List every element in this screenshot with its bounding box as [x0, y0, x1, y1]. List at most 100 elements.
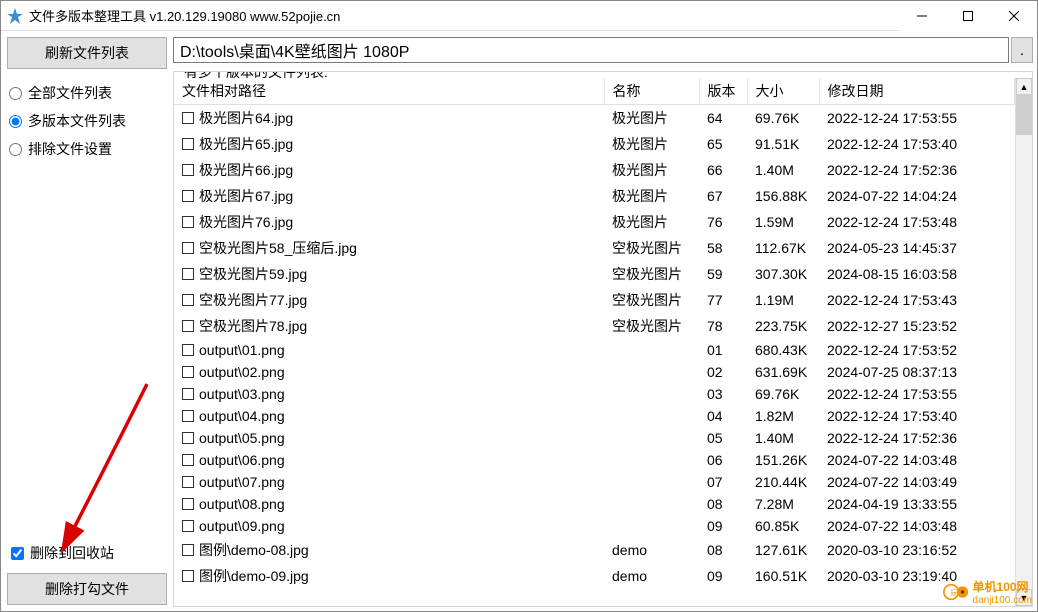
cell-path[interactable]: 极光图片65.jpg: [174, 131, 604, 157]
cell-path[interactable]: 极光图片67.jpg: [174, 183, 604, 209]
row-checkbox[interactable]: [182, 138, 194, 150]
table-row[interactable]: 图例\demo-08.jpgdemo08127.61K2020-03-10 23…: [174, 537, 1015, 563]
cell-path[interactable]: output\09.png: [174, 515, 604, 537]
table-row[interactable]: output\07.png07210.44K2024-07-22 14:03:4…: [174, 471, 1015, 493]
row-checkbox[interactable]: [182, 432, 194, 444]
row-checkbox[interactable]: [182, 476, 194, 488]
row-checkbox[interactable]: [182, 520, 194, 532]
table-row[interactable]: output\04.png041.82M2022-12-24 17:53:40: [174, 405, 1015, 427]
scroll-down-button[interactable]: ▼: [1016, 589, 1032, 606]
cell-path[interactable]: output\04.png: [174, 405, 604, 427]
row-checkbox[interactable]: [182, 320, 194, 332]
cell-modified: 2022-12-24 17:53:40: [819, 131, 1015, 157]
browse-button[interactable]: .: [1011, 37, 1033, 63]
recycle-checkbox-row[interactable]: 删除到回收站: [7, 543, 167, 563]
radio-exclude-settings[interactable]: 排除文件设置: [9, 139, 167, 159]
cell-modified: 2024-07-22 14:03:49: [819, 471, 1015, 493]
row-checkbox[interactable]: [182, 216, 194, 228]
cell-name: [604, 493, 699, 515]
recycle-checkbox[interactable]: [11, 547, 24, 560]
row-checkbox[interactable]: [182, 268, 194, 280]
table-row[interactable]: output\02.png02631.69K2024-07-25 08:37:1…: [174, 361, 1015, 383]
refresh-button[interactable]: 刷新文件列表: [7, 37, 167, 69]
row-checkbox[interactable]: [182, 366, 194, 378]
cell-path[interactable]: 极光图片64.jpg: [174, 105, 604, 131]
col-size[interactable]: 大小: [747, 78, 819, 105]
cell-path[interactable]: 图例\demo-08.jpg: [174, 537, 604, 563]
table-row[interactable]: 空极光图片77.jpg空极光图片771.19M2022-12-24 17:53:…: [174, 287, 1015, 313]
cell-modified: 2024-07-22 14:03:48: [819, 515, 1015, 537]
row-checkbox[interactable]: [182, 454, 194, 466]
cell-path[interactable]: output\05.png: [174, 427, 604, 449]
radio-all-files[interactable]: 全部文件列表: [9, 83, 167, 103]
cell-version: 76: [699, 209, 747, 235]
row-checkbox[interactable]: [182, 190, 194, 202]
vertical-scrollbar[interactable]: ▲ ▼: [1015, 78, 1032, 606]
cell-path[interactable]: 图例\demo-09.jpg: [174, 563, 604, 589]
table-row[interactable]: 空极光图片58_压缩后.jpg空极光图片58112.67K2024-05-23 …: [174, 235, 1015, 261]
cell-modified: 2024-07-25 08:37:13: [819, 361, 1015, 383]
table-row[interactable]: 图例\demo-09.jpgdemo09160.51K2020-03-10 23…: [174, 563, 1015, 589]
cell-path[interactable]: output\08.png: [174, 493, 604, 515]
table-row[interactable]: output\01.png01680.43K2022-12-24 17:53:5…: [174, 339, 1015, 361]
cell-path[interactable]: 空极光图片59.jpg: [174, 261, 604, 287]
window-title: 文件多版本整理工具 v1.20.129.19080 www.52pojie.cn: [29, 6, 899, 25]
cell-size: 151.26K: [747, 449, 819, 471]
row-checkbox[interactable]: [182, 112, 194, 124]
close-button[interactable]: [991, 1, 1037, 31]
minimize-button[interactable]: [899, 1, 945, 31]
cell-path[interactable]: output\03.png: [174, 383, 604, 405]
cell-path[interactable]: 极光图片76.jpg: [174, 209, 604, 235]
delete-checked-button[interactable]: 删除打勾文件: [7, 573, 167, 605]
cell-path-text: 图例\demo-09.jpg: [199, 566, 309, 586]
path-input[interactable]: [173, 37, 1009, 63]
scroll-thumb[interactable]: [1016, 95, 1032, 135]
cell-path[interactable]: 极光图片66.jpg: [174, 157, 604, 183]
table-row[interactable]: output\08.png087.28M2024-04-19 13:33:55: [174, 493, 1015, 515]
cell-version: 58: [699, 235, 747, 261]
cell-path[interactable]: output\07.png: [174, 471, 604, 493]
table-row[interactable]: output\03.png0369.76K2022-12-24 17:53:55: [174, 383, 1015, 405]
cell-version: 09: [699, 515, 747, 537]
row-checkbox[interactable]: [182, 498, 194, 510]
table-row[interactable]: 极光图片64.jpg极光图片6469.76K2022-12-24 17:53:5…: [174, 105, 1015, 132]
cell-path[interactable]: 空极光图片58_压缩后.jpg: [174, 235, 604, 261]
row-checkbox[interactable]: [182, 410, 194, 422]
table-row[interactable]: output\09.png0960.85K2024-07-22 14:03:48: [174, 515, 1015, 537]
table-row[interactable]: 空极光图片78.jpg空极光图片78223.75K2022-12-27 15:2…: [174, 313, 1015, 339]
cell-path[interactable]: output\06.png: [174, 449, 604, 471]
row-checkbox[interactable]: [182, 242, 194, 254]
row-checkbox[interactable]: [182, 544, 194, 556]
table-row[interactable]: 空极光图片59.jpg空极光图片59307.30K2024-08-15 16:0…: [174, 261, 1015, 287]
maximize-button[interactable]: [945, 1, 991, 31]
col-modified[interactable]: 修改日期: [819, 78, 1015, 105]
scroll-up-button[interactable]: ▲: [1016, 78, 1032, 95]
table-row[interactable]: 极光图片65.jpg极光图片6591.51K2022-12-24 17:53:4…: [174, 131, 1015, 157]
radio-all-files-input[interactable]: [9, 87, 22, 100]
row-checkbox[interactable]: [182, 344, 194, 356]
col-name[interactable]: 名称: [604, 78, 699, 105]
row-checkbox[interactable]: [182, 570, 194, 582]
table-row[interactable]: output\05.png051.40M2022-12-24 17:52:36: [174, 427, 1015, 449]
cell-path-text: 极光图片67.jpg: [199, 186, 293, 206]
table-row[interactable]: 极光图片67.jpg极光图片67156.88K2024-07-22 14:04:…: [174, 183, 1015, 209]
table-row[interactable]: 极光图片76.jpg极光图片761.59M2022-12-24 17:53:48: [174, 209, 1015, 235]
table-row[interactable]: 极光图片66.jpg极光图片661.40M2022-12-24 17:52:36: [174, 157, 1015, 183]
cell-path[interactable]: 空极光图片77.jpg: [174, 287, 604, 313]
radio-exclude-settings-input[interactable]: [9, 143, 22, 156]
scroll-track[interactable]: [1016, 95, 1032, 589]
row-checkbox[interactable]: [182, 164, 194, 176]
col-version[interactable]: 版本: [699, 78, 747, 105]
radio-multi-version[interactable]: 多版本文件列表: [9, 111, 167, 131]
radio-exclude-settings-label: 排除文件设置: [28, 139, 112, 159]
cell-path[interactable]: output\01.png: [174, 339, 604, 361]
table-row[interactable]: output\06.png06151.26K2024-07-22 14:03:4…: [174, 449, 1015, 471]
row-checkbox[interactable]: [182, 388, 194, 400]
cell-version: 07: [699, 471, 747, 493]
cell-size: 69.76K: [747, 105, 819, 132]
cell-modified: 2022-12-24 17:53:43: [819, 287, 1015, 313]
row-checkbox[interactable]: [182, 294, 194, 306]
cell-path[interactable]: output\02.png: [174, 361, 604, 383]
radio-multi-version-input[interactable]: [9, 115, 22, 128]
cell-path[interactable]: 空极光图片78.jpg: [174, 313, 604, 339]
